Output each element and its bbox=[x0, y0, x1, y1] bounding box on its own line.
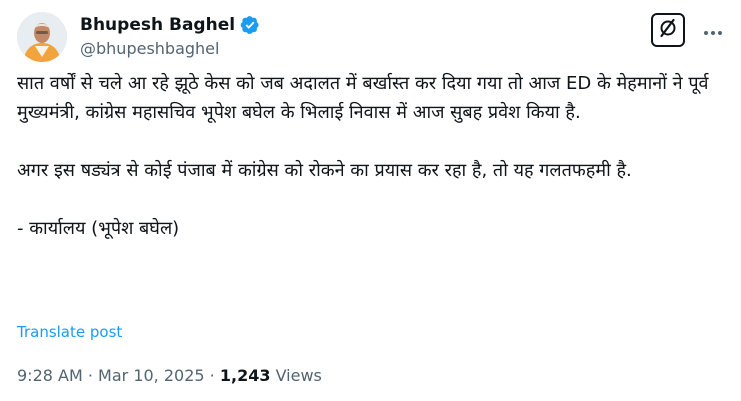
post-card: Bhupesh Baghel @bhupeshbaghel सात वर्षों… bbox=[0, 0, 741, 401]
display-name-row: Bhupesh Baghel bbox=[80, 13, 260, 37]
author-display-name[interactable]: Bhupesh Baghel bbox=[80, 14, 235, 36]
meta-separator: · bbox=[87, 366, 93, 385]
verified-badge-icon[interactable] bbox=[240, 15, 260, 35]
post-time[interactable]: 9:28 AM bbox=[17, 366, 83, 385]
author-handle[interactable]: @bhupeshbaghel bbox=[80, 38, 260, 60]
translate-post-link[interactable]: Translate post bbox=[17, 322, 122, 342]
post-paragraph: सात वर्षों से चले आ रहे झूठे केस को जब अ… bbox=[17, 73, 715, 123]
more-options-button[interactable] bbox=[699, 18, 727, 42]
post-date[interactable]: Mar 10, 2025 bbox=[98, 366, 205, 385]
post-paragraph: - कार्यालय (भूपेश बघेल) bbox=[17, 218, 180, 239]
grok-icon bbox=[657, 17, 679, 43]
post-paragraph: अगर इस षड्यंत्र से कोई पंजाब में कांग्रे… bbox=[17, 160, 632, 181]
views-label: Views bbox=[275, 366, 322, 385]
grok-button[interactable] bbox=[651, 13, 685, 47]
avatar[interactable] bbox=[17, 12, 67, 62]
meta-separator: · bbox=[209, 366, 215, 385]
post-metadata: 9:28 AM · Mar 10, 2025 · 1,243 Views bbox=[17, 364, 322, 388]
avatar-image bbox=[17, 12, 67, 62]
post-text: सात वर्षों से चले आ रहे झूठे केस को जब अ… bbox=[17, 69, 727, 243]
post-header: Bhupesh Baghel @bhupeshbaghel bbox=[17, 12, 727, 64]
author-info: Bhupesh Baghel @bhupeshbaghel bbox=[80, 13, 260, 60]
more-horizontal-icon bbox=[703, 21, 723, 40]
views-count: 1,243 bbox=[219, 366, 271, 385]
